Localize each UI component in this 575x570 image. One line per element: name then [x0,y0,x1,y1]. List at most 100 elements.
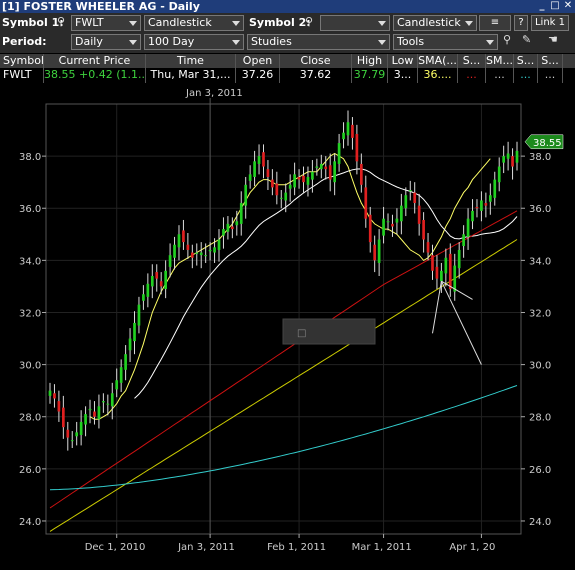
candle-body [493,179,497,198]
quote-low: 3... [388,68,418,83]
quote-header-8[interactable]: S... [458,54,486,68]
candle-body [511,156,514,167]
candle-body [319,163,323,170]
search-icon[interactable]: ⚲ [305,15,313,28]
period-select[interactable]: Daily [71,34,141,50]
candle-body [164,270,167,290]
candle-body [226,223,230,232]
studies-select[interactable]: Studies [247,34,390,50]
help-button[interactable]: ? [514,15,528,31]
minimize-icon[interactable]: _ [537,0,547,11]
candle-body [66,429,70,438]
quote-header-1[interactable]: Current Price [44,54,146,68]
range-select[interactable]: 100 Day [144,34,244,50]
x-tick-label: Mar 1, 2011 [352,542,412,553]
info-box-icon: □ [297,328,306,339]
quote-header-4[interactable]: Close [280,54,352,68]
y-tick-label-left: 28.0 [19,413,41,424]
candle-body [408,190,412,192]
candle-body [444,257,448,274]
quote-header-7[interactable]: SMA(... [418,54,458,68]
candle-body [471,210,474,222]
candle-body [84,414,87,425]
y-tick-label-right: 28.0 [529,413,551,424]
candle-body [431,255,434,271]
candle-body [119,367,123,383]
candle-body [328,165,332,180]
quote-high: 37.79 [352,68,388,83]
candle-body [128,338,132,351]
candle-body [448,253,452,290]
symbol1-input[interactable]: FWLT [71,15,141,31]
quote-current-price: 38.55 +0.42 (1.1... [44,68,146,83]
toolbar: Symbol 1: ⚲ FWLT Candlestick Symbol 2: ⚲… [0,13,575,53]
comment-icon[interactable]: ✎ [522,33,531,46]
quote-time: Thu, Mar 31,... [146,68,236,83]
menu-button[interactable]: ≡ [479,15,511,31]
maximize-icon[interactable]: □ [550,0,560,11]
candle-body [115,380,119,390]
quote-header-10[interactable]: S... [514,54,538,68]
candle-body [124,354,127,370]
quote-sma1: 36.... [418,68,458,83]
x-tick-label: Jan 3, 2011 [177,542,235,553]
candle-body [275,183,279,196]
quote-header-3[interactable]: Open [236,54,280,68]
y-tick-label-right: 34.0 [529,256,551,267]
quote-sma3: ... [486,68,514,83]
link-button[interactable]: Link 1 [531,15,569,31]
close-icon[interactable]: ✕ [563,0,573,11]
quote-header-9[interactable]: SM... [486,54,514,68]
candle-body [400,205,403,222]
candle-body [97,406,101,420]
candle-body [213,247,216,253]
quote-header-2[interactable]: Time [146,54,236,68]
candle-body [373,244,377,261]
studies-value: Studies [251,35,292,48]
candle-body [266,169,270,177]
hand-icon[interactable]: ☚ [548,33,558,46]
candle-body [480,200,483,211]
y-tick-label-right: 30.0 [529,361,551,372]
quote-header-6[interactable]: Low [388,54,418,68]
candle-body [466,218,470,237]
candle-body [195,252,199,254]
candle-body [488,195,492,202]
candle-body [324,166,328,170]
quote-header-11[interactable]: S... [538,54,563,68]
candle-body [279,197,283,199]
chevron-down-icon [378,21,386,26]
range-value: 100 Day [148,35,195,48]
candle-body [351,124,354,138]
quote-header-0[interactable]: Symbol [0,54,44,68]
candle-body [239,203,243,224]
chevron-down-icon [232,21,240,26]
period-value: Daily [75,35,103,48]
candle-body [173,244,176,258]
candle-body [382,218,385,236]
candle-body [190,252,194,258]
x-tick-label: Dec 1, 2010 [85,542,146,553]
y-tick-label-right: 32.0 [529,308,551,319]
candle-body [417,205,421,224]
search-icon[interactable]: ⚲ [57,15,65,28]
candle-body [302,175,305,183]
y-tick-label-left: 24.0 [19,517,41,528]
candle-body [435,266,439,279]
price-chart[interactable]: 24.0 24.0 26.0 26.0 28.0 28.0 30.0 30.0 32.0 32.0… [0,84,575,570]
quote-sma4: ... [514,68,538,83]
x-tick-label: Apr 1, 20 [449,542,495,553]
candle-body [199,252,203,256]
tools-select[interactable]: Tools [393,34,498,50]
zoom-icon[interactable]: ⚲ [503,33,511,46]
candle-body [293,174,296,188]
quote-header-5[interactable]: High [352,54,388,68]
chart-type-2-select[interactable]: Candlestick [393,15,477,31]
symbol2-input[interactable] [320,15,390,31]
candle-body [413,192,417,204]
y-tick-label-right: 26.0 [529,465,551,476]
quote-data-row: FWLT 38.55 +0.42 (1.1... Thu, Mar 31,...… [0,68,575,83]
chart-type-1-select[interactable]: Candlestick [144,15,244,31]
candle-body [368,214,372,243]
candle-body [391,223,394,227]
